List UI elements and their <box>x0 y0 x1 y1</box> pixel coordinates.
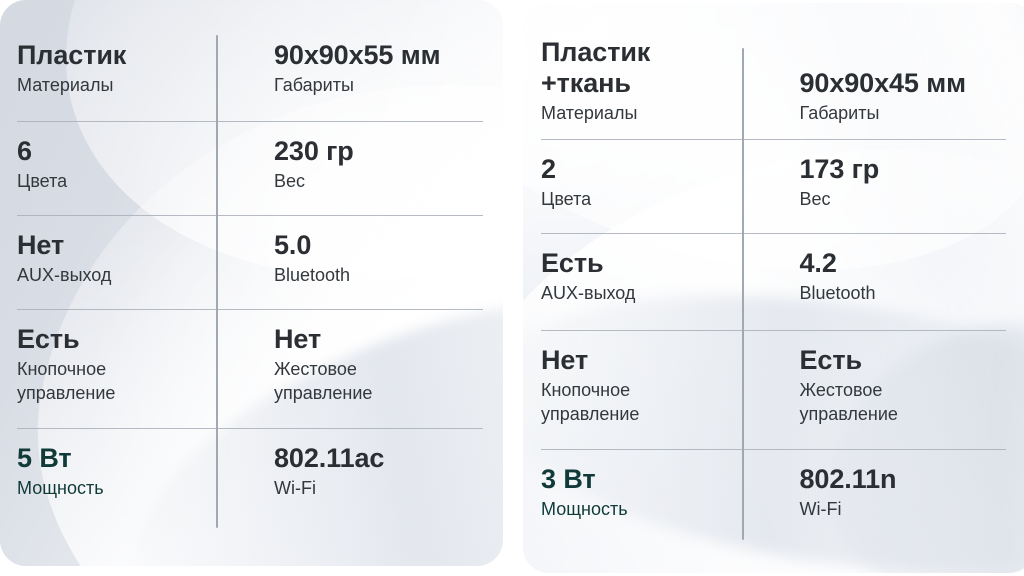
spec-cell: 5.0 Bluetooth <box>250 216 483 309</box>
spec-value: 3 Вт <box>541 464 596 495</box>
spec-value: Есть <box>17 324 80 354</box>
spec-cell: 3 Вт Мощность <box>541 450 774 542</box>
spec-label: Wi-Fi <box>799 499 842 520</box>
column-divider <box>216 35 218 528</box>
spec-value: Есть <box>541 248 604 279</box>
spec-cell: 802.11ac Wi-Fi <box>250 429 483 521</box>
spec-value: 5 Вт <box>17 443 72 473</box>
spec-label: Цвета <box>541 189 592 210</box>
spec-value: Нет <box>541 345 589 376</box>
spec-cell: Нет Кнопочное управление <box>541 331 774 449</box>
spec-label: Вес <box>274 170 306 191</box>
spec-cell: 90x90x55 мм Габариты <box>250 26 483 121</box>
spec-cell: 2 Цвета <box>541 140 774 233</box>
spec-label: AUX-выход <box>541 283 636 304</box>
spec-cell: Есть Жестовое управление <box>774 331 1007 449</box>
spec-label: Жестовое управление <box>274 358 373 403</box>
spec-label: Мощность <box>541 499 628 520</box>
spec-label: Габариты <box>274 74 354 95</box>
spec-label: Цвета <box>17 170 68 191</box>
spec-cell: Нет Жестовое управление <box>250 310 483 428</box>
spec-card-left: Пластик Материалы 90x90x55 мм Габариты 6 Цвет… <box>0 0 503 566</box>
spec-label: AUX-выход <box>17 264 112 285</box>
spec-label: Кнопочное управление <box>541 380 640 424</box>
spec-label: Материалы <box>541 102 638 123</box>
spec-value: Пластик <box>17 40 127 70</box>
spec-value: Есть <box>799 345 863 376</box>
spec-label: Wi-Fi <box>274 477 316 498</box>
spec-value: 5.0 <box>274 230 312 260</box>
spec-label: Габариты <box>799 102 880 123</box>
spec-label: Жестовое управление <box>799 380 898 424</box>
spec-cell: Есть AUX-выход <box>541 234 774 330</box>
spec-label: Материалы <box>17 74 114 95</box>
spec-value: Нет <box>17 230 65 260</box>
spec-grid-right: Пластик +ткань Материалы 90x90x45 мм Габари… <box>541 23 1006 542</box>
spec-label: Кнопочное управление <box>17 358 116 403</box>
spec-value: 2 <box>541 154 556 185</box>
spec-cell: 173 гр Вес <box>774 140 1007 233</box>
spec-value: 90x90x55 мм <box>274 40 441 70</box>
spec-cell: 802.11n Wi-Fi <box>774 450 1007 542</box>
spec-value: 90x90x45 мм <box>799 67 967 98</box>
spec-value: 173 гр <box>799 154 880 185</box>
spec-value: 6 <box>17 136 32 166</box>
spec-label: Вес <box>799 189 831 210</box>
spec-value: 802.11ac <box>274 443 385 473</box>
spec-grid-left: Пластик Материалы 90x90x55 мм Габариты 6 Цвет… <box>17 26 483 521</box>
column-divider <box>742 48 744 540</box>
spec-label: Bluetooth <box>799 283 876 304</box>
comparison-stage: Пластик Материалы 90x90x55 мм Габариты 6 Цвет… <box>0 0 1024 576</box>
spec-value: Нет <box>274 324 322 354</box>
spec-value: 802.11n <box>799 464 897 495</box>
spec-cell: 230 гр Вес <box>250 122 483 215</box>
spec-cell: 4.2 Bluetooth <box>774 234 1007 330</box>
spec-card-right: Пластик +ткань Материалы 90x90x45 мм Габари… <box>523 3 1024 573</box>
spec-value: Пластик +ткань <box>541 37 651 98</box>
spec-value: 230 гр <box>274 136 354 166</box>
spec-cell: Пластик +ткань Материалы <box>541 23 774 139</box>
spec-value: 4.2 <box>799 248 837 279</box>
spec-label: Мощность <box>17 477 104 498</box>
spec-cell: 90x90x45 мм Габариты <box>774 23 1007 139</box>
spec-label: Bluetooth <box>274 264 351 285</box>
